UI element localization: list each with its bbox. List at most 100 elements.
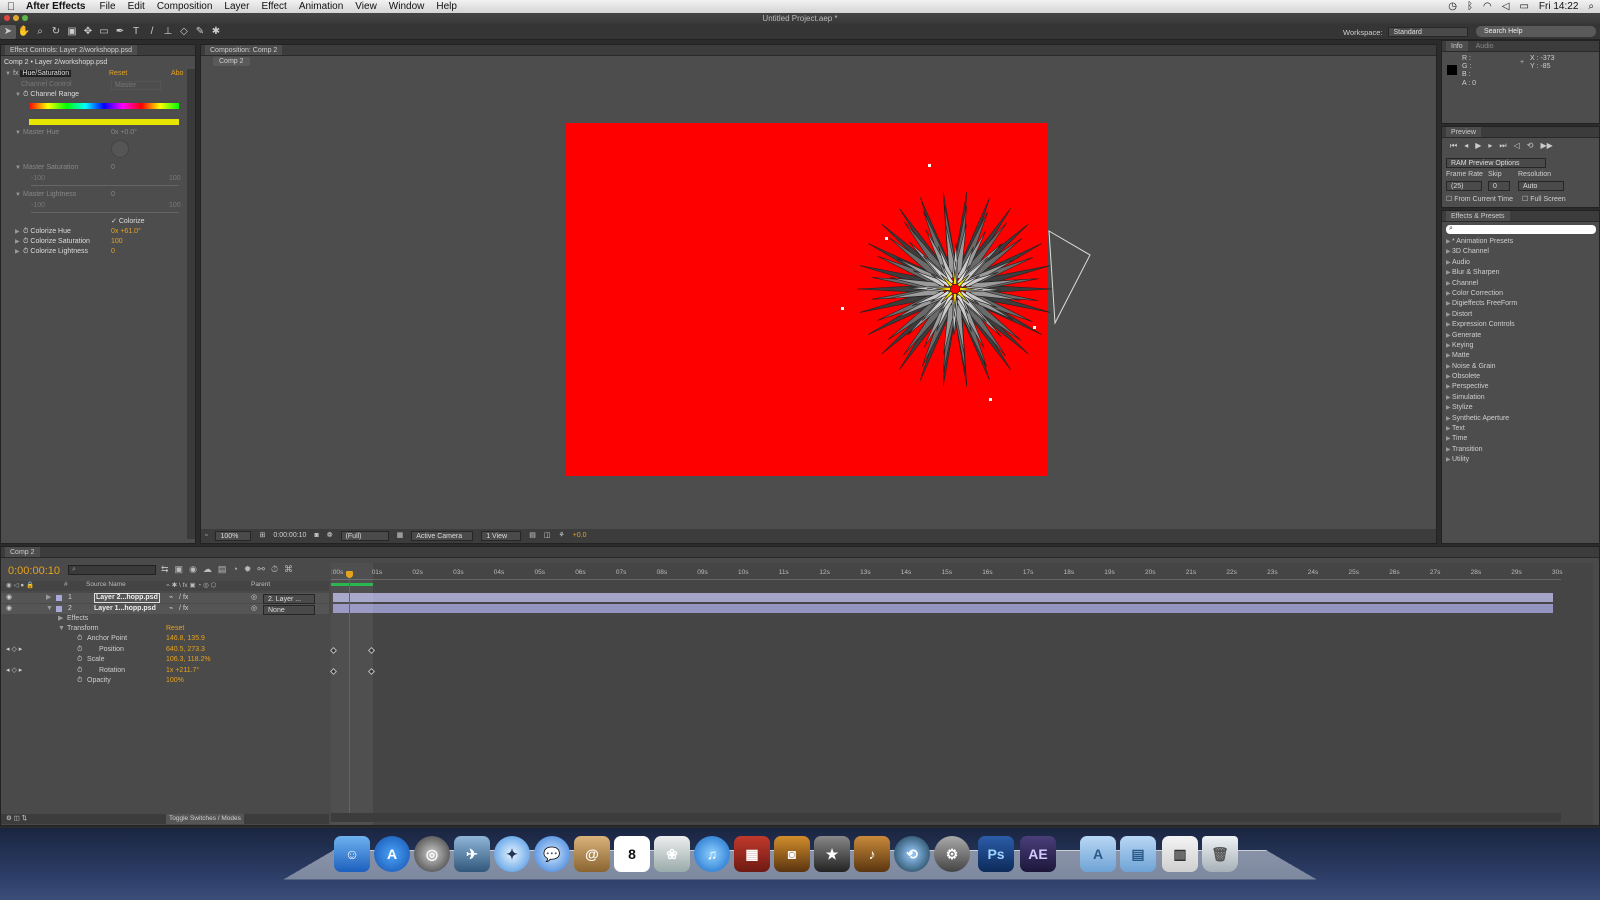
fast-preview-icon[interactable]: ◫ bbox=[544, 529, 551, 543]
bluetooth-icon[interactable]: ᛒ bbox=[1467, 1, 1473, 12]
keyframe-nav-icon[interactable]: ◂ ◇ ▸ bbox=[6, 666, 22, 676]
stopwatch-icon[interactable]: ⏱ bbox=[23, 248, 28, 255]
calendar-icon[interactable]: 8 bbox=[614, 836, 650, 872]
documents-folder-icon[interactable]: ▤ bbox=[1120, 836, 1156, 872]
effect-controls-scrollbar[interactable] bbox=[187, 69, 195, 539]
flowchart-icon[interactable]: ⚘ bbox=[558, 529, 564, 543]
colorize-saturation-value[interactable]: 100 bbox=[111, 238, 123, 245]
colorize-checkbox[interactable]: ✓ bbox=[111, 218, 117, 225]
expand-triangle-icon[interactable]: ▼ bbox=[46, 604, 53, 614]
keyframe-nav-icon[interactable]: ◂ ◇ ▸ bbox=[6, 645, 22, 655]
transform-reset-button[interactable]: Reset bbox=[166, 624, 184, 634]
menu-view[interactable]: View bbox=[349, 1, 383, 12]
expand-triangle-icon[interactable]: ▶ bbox=[15, 228, 23, 235]
stopwatch-icon[interactable]: ⏱ bbox=[23, 228, 28, 235]
menu-animation[interactable]: Animation bbox=[293, 1, 349, 12]
channel-icon[interactable]: ❁ bbox=[327, 529, 333, 543]
after-effects-icon[interactable]: AE bbox=[1020, 836, 1056, 872]
menu-layer[interactable]: Layer bbox=[218, 1, 255, 12]
position-row[interactable]: ◂ ◇ ▸ ⏱ Position 640.5, 273.3 bbox=[1, 645, 329, 655]
frame-rate-dropdown[interactable]: (25) bbox=[1446, 181, 1482, 191]
zoom-window-icon[interactable] bbox=[22, 15, 28, 21]
layer-row-2[interactable]: ◉ ▼ 2 Layer 1...hopp.psd ⌁ / fx ◎ None bbox=[1, 604, 329, 615]
stopwatch-active-icon[interactable]: ⏱ bbox=[77, 666, 82, 676]
resolution-dropdown[interactable]: Auto bbox=[1518, 181, 1564, 191]
launchpad-icon[interactable]: ◎ bbox=[414, 836, 450, 872]
effects-presets-tab[interactable]: Effects & Presets bbox=[1446, 211, 1510, 221]
rotation-tool-icon[interactable]: ↻ bbox=[48, 25, 64, 39]
footer-toggle-icons[interactable]: ⚙ ◫ ⇅ bbox=[6, 814, 27, 824]
effects-category-item[interactable]: ▶Expression Controls bbox=[1442, 320, 1599, 330]
front-row-icon[interactable]: ▦ bbox=[734, 836, 770, 872]
menu-composition[interactable]: Composition bbox=[151, 1, 219, 12]
effects-search-input[interactable]: ⌕ bbox=[1446, 225, 1596, 234]
transform-group-row[interactable]: ▼ Transform Reset bbox=[1, 624, 329, 634]
app-store-icon[interactable]: A bbox=[374, 836, 410, 872]
parent-pickwhip-icon[interactable]: ◎ bbox=[251, 593, 257, 603]
effects-category-item[interactable]: ▶Simulation bbox=[1442, 393, 1599, 403]
expand-triangle-icon[interactable]: ▶ bbox=[46, 593, 51, 603]
effects-category-item[interactable]: ▶Audio bbox=[1442, 258, 1599, 268]
fx-icon[interactable]: fx bbox=[13, 70, 18, 77]
menu-edit[interactable]: Edit bbox=[122, 1, 151, 12]
layer-row-1[interactable]: ◉ ▶ 1 Layer 2...hopp.psd ⌁ / fx ◎ 2. Lay… bbox=[1, 593, 329, 604]
clone-stamp-tool-icon[interactable]: ⊥ bbox=[160, 25, 176, 39]
skip-dropdown[interactable]: 0 bbox=[1488, 181, 1510, 191]
effects-category-item[interactable]: ▶Time bbox=[1442, 434, 1599, 444]
eraser-tool-icon[interactable]: ◇ bbox=[176, 25, 192, 39]
anchor-point-value[interactable]: 146.8, 135.9 bbox=[166, 634, 205, 644]
parent-pickwhip-icon[interactable]: ◎ bbox=[251, 604, 257, 614]
live-update-icon[interactable]: ◉ bbox=[189, 564, 197, 575]
toggle-switches-modes-button[interactable]: Toggle Switches / Modes bbox=[166, 814, 244, 824]
region-of-interest-icon[interactable]: ▫ bbox=[205, 529, 207, 543]
preview-tab[interactable]: Preview bbox=[1446, 127, 1481, 137]
trash-icon[interactable]: 🗑 bbox=[1202, 836, 1238, 872]
menu-help[interactable]: Help bbox=[430, 1, 463, 12]
pdf-document-icon[interactable]: ▥ bbox=[1162, 836, 1198, 872]
channel-range-output-bar[interactable] bbox=[29, 119, 179, 125]
timeline-zoom-bar[interactable] bbox=[331, 813, 1561, 822]
effects-category-item[interactable]: ▶3D Channel bbox=[1442, 247, 1599, 257]
flower-layer[interactable] bbox=[565, 123, 1091, 476]
effects-category-item[interactable]: ▶Generate bbox=[1442, 331, 1599, 341]
toggle-pixel-icon[interactable]: ▤ bbox=[529, 529, 536, 543]
layer-handle[interactable] bbox=[841, 307, 844, 310]
from-current-time-checkbox[interactable]: ☐ bbox=[1446, 196, 1452, 203]
transparency-grid-icon[interactable]: ▦ bbox=[397, 529, 404, 543]
stopwatch-icon[interactable]: ⏱ bbox=[77, 634, 82, 644]
volume-icon[interactable]: ◁ bbox=[1502, 1, 1510, 12]
effect-name[interactable]: Hue/Saturation bbox=[20, 70, 72, 77]
graph-editor-icon[interactable]: ⚯ bbox=[257, 564, 265, 575]
rotation-row[interactable]: ◂ ◇ ▸ ⏱ Rotation 1x +211.7° bbox=[1, 666, 329, 676]
effects-category-item[interactable]: ▶Blur & Sharpen bbox=[1442, 268, 1599, 278]
mail-stamp-icon[interactable]: ✈ bbox=[454, 836, 490, 872]
render-icon[interactable]: ⌘ bbox=[284, 564, 293, 575]
layer-name[interactable]: Layer 1...hopp.psd bbox=[94, 604, 156, 614]
effects-group-row[interactable]: ▶ Effects bbox=[1, 614, 329, 624]
apple-menu-icon[interactable]:  bbox=[0, 1, 22, 13]
timeline-graph-area[interactable] bbox=[329, 563, 1593, 825]
col-source-name[interactable]: Source Name bbox=[86, 581, 126, 588]
pan-behind-tool-icon[interactable]: ✥ bbox=[80, 25, 96, 39]
timeline-timecode[interactable]: 0:00:00:10 bbox=[8, 565, 60, 577]
snapshot-icon[interactable]: ◙ bbox=[314, 529, 318, 543]
menu-window[interactable]: Window bbox=[383, 1, 431, 12]
grid-icon[interactable]: ⊞ bbox=[259, 529, 265, 543]
position-value[interactable]: 640.5, 273.3 bbox=[166, 645, 205, 655]
master-saturation-value[interactable]: 0 bbox=[111, 164, 115, 171]
effects-category-item[interactable]: ▶Utility bbox=[1442, 455, 1599, 465]
opacity-value[interactable]: 100% bbox=[166, 676, 184, 686]
rectangle-tool-icon[interactable]: ▭ bbox=[96, 25, 112, 39]
effect-controls-tab[interactable]: Effect Controls: Layer 2/workshopp.psd bbox=[5, 45, 138, 55]
photoshop-icon[interactable]: Ps bbox=[978, 836, 1014, 872]
loop-icon[interactable]: ⟲ bbox=[1527, 141, 1534, 151]
frame-blending-icon[interactable]: ▤ bbox=[218, 564, 227, 575]
channel-control-dropdown[interactable]: Master bbox=[111, 81, 161, 90]
label-color[interactable] bbox=[56, 606, 62, 612]
workspace-dropdown[interactable]: Standard bbox=[1388, 27, 1469, 37]
zoom-tool-icon[interactable]: ⌕ bbox=[32, 25, 48, 39]
composition-tab[interactable]: Composition: Comp 2 bbox=[205, 45, 283, 55]
stopwatch-active-icon[interactable]: ⏱ bbox=[77, 645, 82, 655]
roto-brush-tool-icon[interactable]: ✎ bbox=[192, 25, 208, 39]
puppet-tool-icon[interactable]: ✱ bbox=[208, 25, 224, 39]
